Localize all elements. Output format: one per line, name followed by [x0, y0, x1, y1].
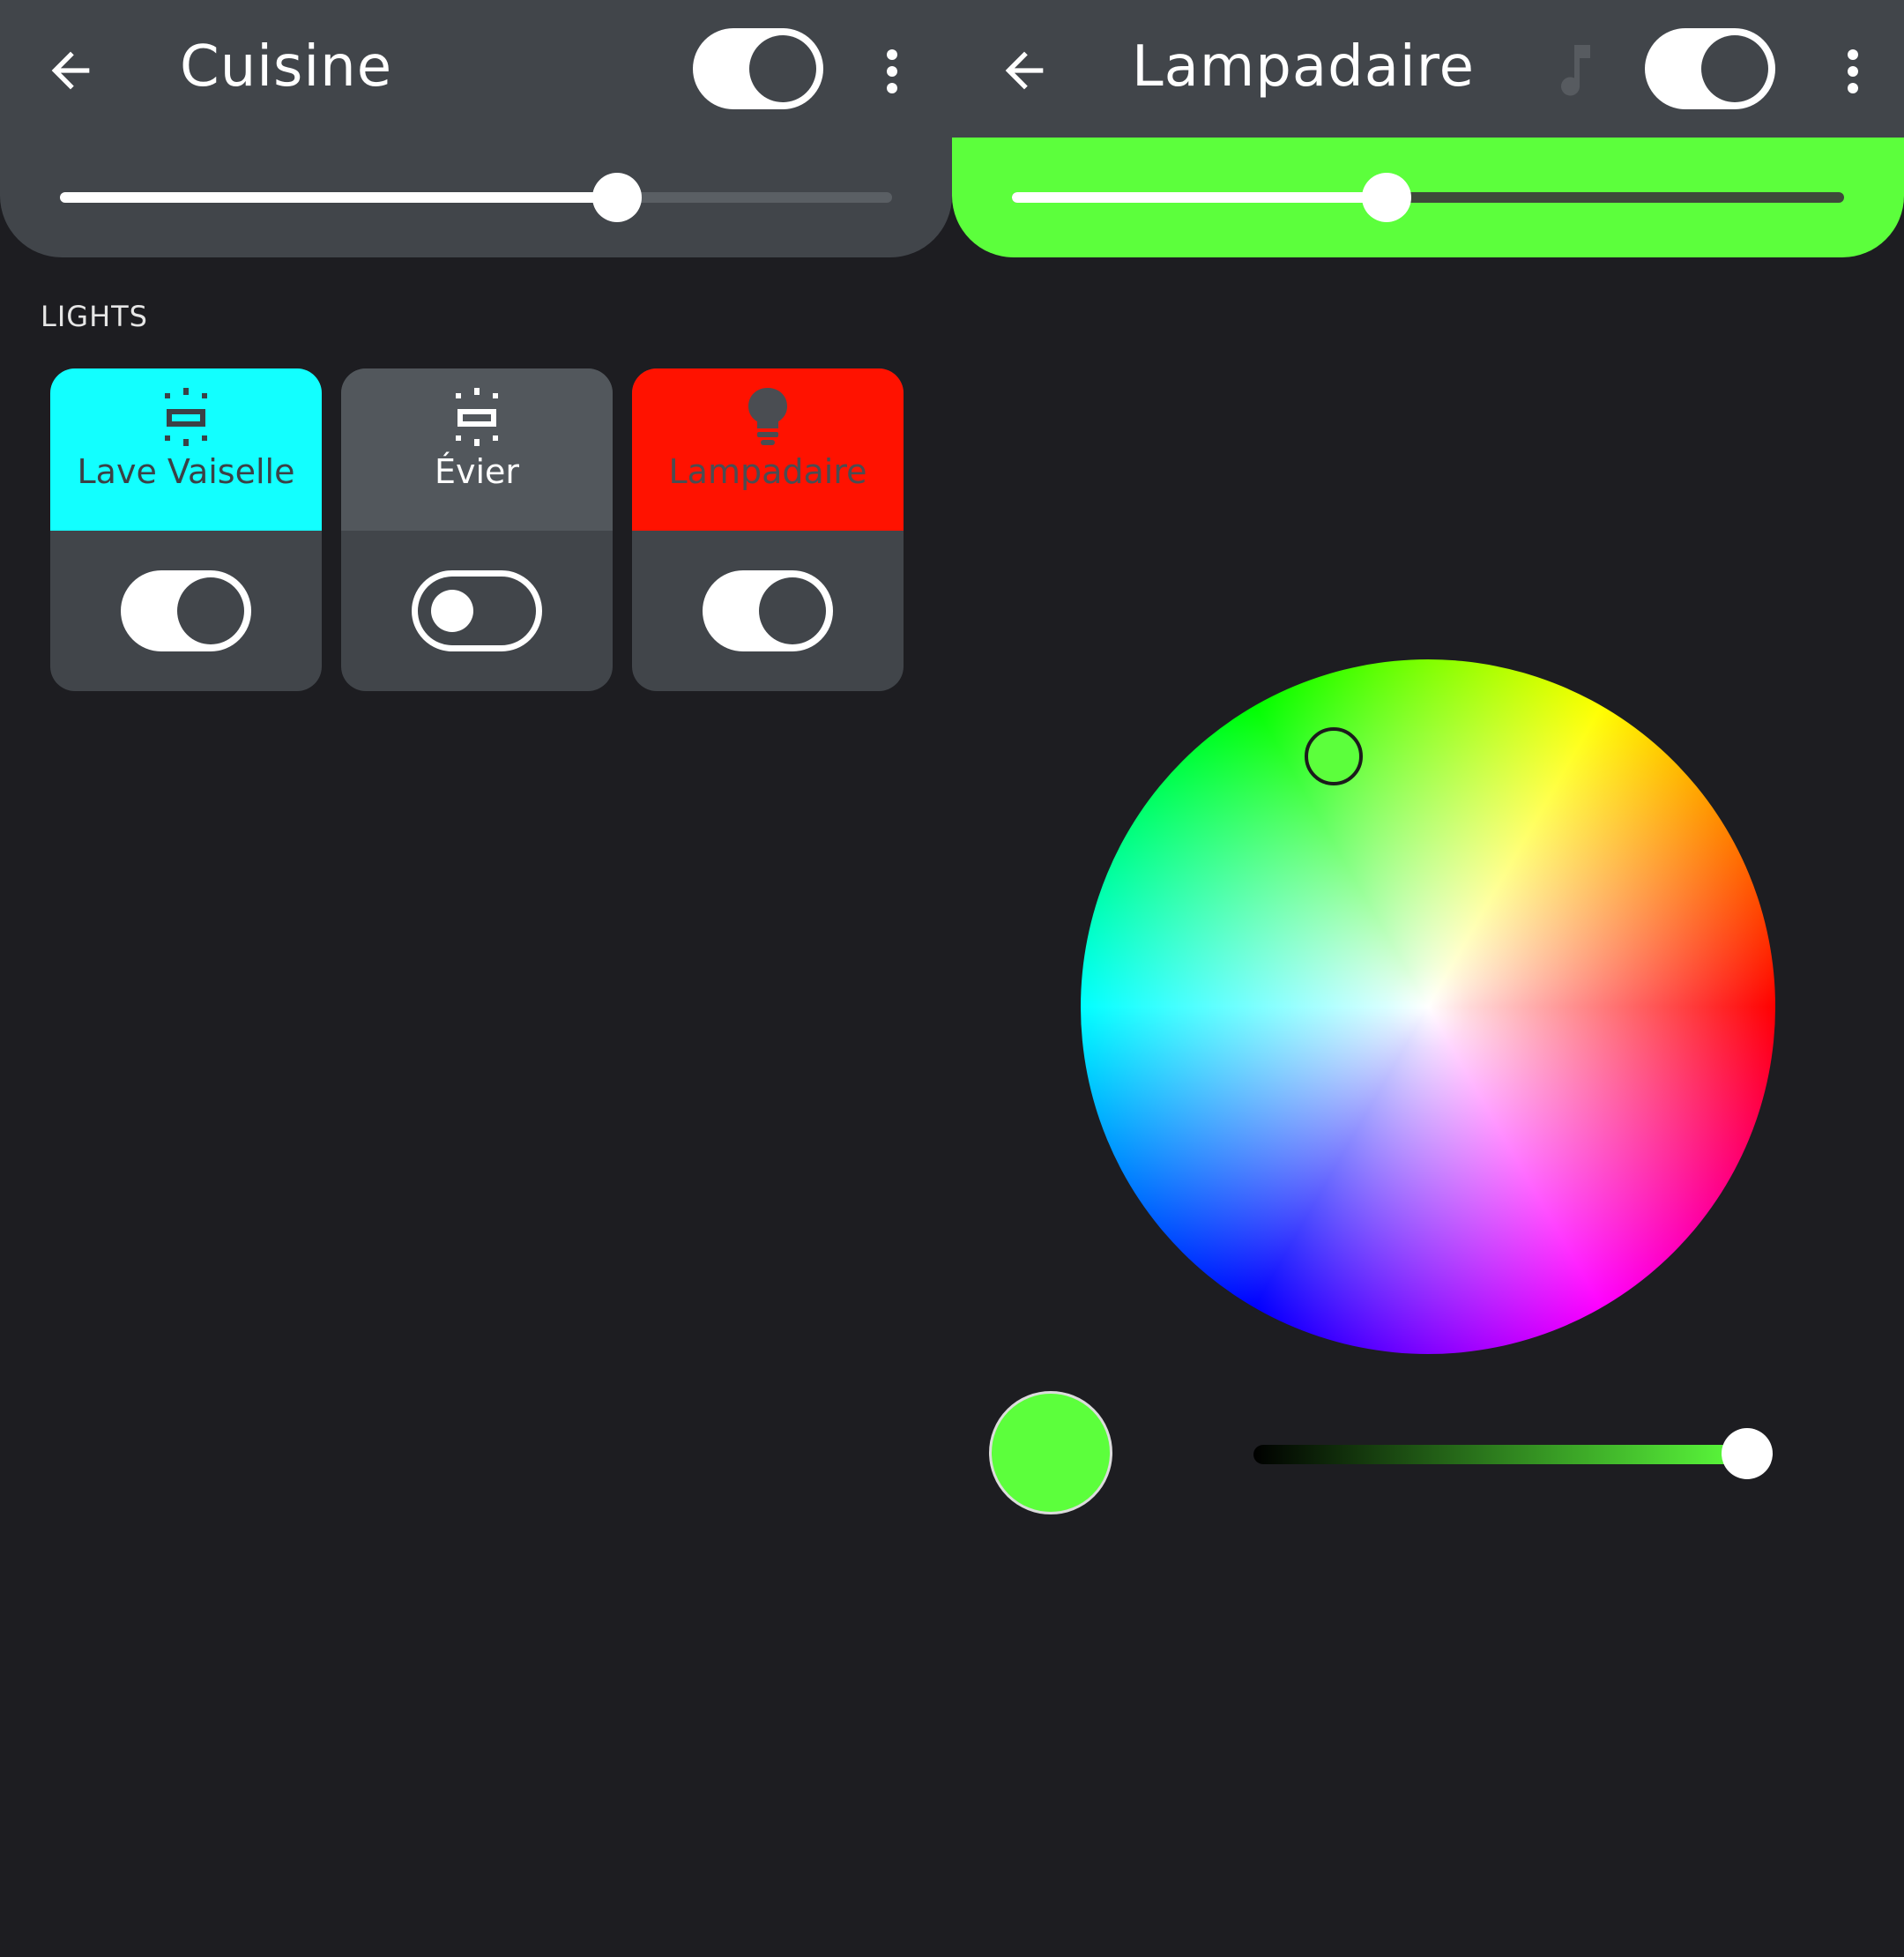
arrow-left-icon[interactable] [996, 42, 1052, 99]
light-title: Lampadaire [1132, 34, 1475, 100]
light-toggle[interactable] [412, 570, 542, 651]
music-note-icon[interactable] [1553, 44, 1590, 99]
light-card-header[interactable]: Lave Vaiselle [50, 368, 322, 531]
light-toggle[interactable] [121, 570, 251, 651]
light-name: Évier [434, 452, 520, 491]
light-card-lave-vaiselle[interactable]: Lave Vaiselle [50, 368, 322, 691]
saturation-slider-track[interactable] [1253, 1445, 1747, 1464]
section-heading-lights: LIGHTS [41, 300, 148, 333]
light-card-evier[interactable]: Évier [341, 368, 613, 691]
bulb-icon [748, 388, 787, 445]
more-vert-icon[interactable] [1844, 49, 1862, 93]
light-card-header[interactable]: Évier [341, 368, 613, 531]
light-card-lampadaire[interactable]: Lampadaire [632, 368, 904, 691]
room-power-switch[interactable] [693, 28, 823, 109]
brightness-slider-thumb[interactable] [592, 173, 643, 222]
room-brightness-bar [0, 138, 952, 257]
room-title: Cuisine [180, 34, 393, 100]
light-brightness-bar [952, 138, 1904, 257]
more-vert-icon[interactable] [883, 49, 901, 93]
light-name: Lampadaire [668, 452, 867, 491]
light-header: Lampadaire [952, 0, 1904, 138]
color-wheel-picker[interactable] [1305, 727, 1363, 785]
light-toggle[interactable] [703, 570, 833, 651]
arrow-left-icon[interactable] [42, 42, 99, 99]
room-header: Cuisine [0, 0, 952, 138]
color-wheel[interactable] [1081, 659, 1775, 1354]
light-detail-panel: Lampadaire [952, 0, 1904, 1957]
light-power-switch[interactable] [1645, 28, 1775, 109]
brightness-fill [60, 192, 618, 203]
light-strip-icon [456, 388, 498, 446]
light-strip-icon [165, 388, 207, 446]
room-panel: Cuisine LIGHTS Lave Vaiselle Évier Lampa… [0, 0, 952, 1957]
light-name: Lave Vaiselle [77, 452, 295, 491]
saturation-slider-thumb[interactable] [1722, 1428, 1773, 1479]
brightness-fill [1012, 192, 1387, 203]
selected-color-swatch [989, 1391, 1112, 1514]
brightness-slider-thumb[interactable] [1361, 173, 1411, 222]
light-card-header[interactable]: Lampadaire [632, 368, 904, 531]
